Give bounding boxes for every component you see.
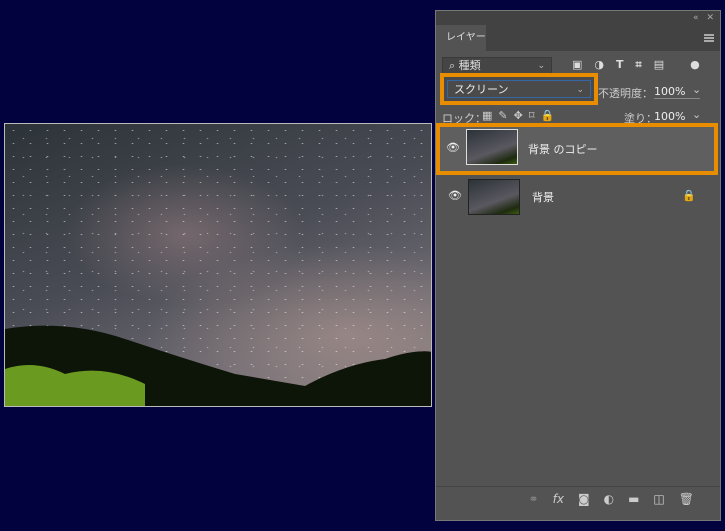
- opacity-chevron-icon[interactable]: ⌄: [692, 83, 701, 96]
- eye-icon[interactable]: 👁: [448, 189, 462, 202]
- layer-thumbnail: [466, 129, 518, 165]
- lock-icons[interactable]: ▦✎✥⌑🔒: [482, 109, 560, 122]
- shape-filter-icon[interactable]: ⌗: [636, 58, 642, 72]
- mask-icon[interactable]: ◙: [578, 492, 590, 506]
- link-icon[interactable]: ⚭: [529, 492, 539, 506]
- layers-panel: «✕ レイヤー ⌕ 種類 ⌄ ▣ ◑ T ⌗ ▤ ● スクリーン ⌄ 不透明度： 1…: [435, 10, 721, 521]
- panel-menu-icon[interactable]: [704, 34, 714, 42]
- adjustment-icon[interactable]: ◐: [604, 492, 614, 506]
- milky-way-photo: [4, 123, 432, 407]
- smartobject-filter-icon[interactable]: ▤: [654, 58, 664, 72]
- trash-icon[interactable]: 🗑: [679, 492, 694, 506]
- layer-row-selected[interactable]: 👁 背景 のコピー: [436, 123, 718, 175]
- adjustment-filter-icon[interactable]: ◑: [594, 58, 604, 72]
- filter-toggle-icon[interactable]: ●: [690, 58, 700, 72]
- eye-icon[interactable]: 👁: [446, 141, 460, 154]
- folder-icon[interactable]: ▬: [628, 492, 639, 506]
- opacity-label: 不透明度：: [598, 87, 653, 100]
- layer-name: 背景 のコピー: [528, 143, 598, 156]
- chevron-down-icon: ⌄: [537, 61, 545, 71]
- fill-input[interactable]: 100%: [654, 110, 685, 123]
- layer-thumbnail: [468, 179, 520, 215]
- hills: [5, 325, 431, 406]
- lock-icon: 🔒: [682, 189, 696, 202]
- panel-toolbar: ⚭ fx ◙ ◐ ▬ ◫ 🗑: [436, 486, 720, 510]
- chevron-down-icon: ⌄: [576, 85, 584, 95]
- layer-row[interactable]: 👁 背景 🔒: [440, 175, 708, 217]
- close-icon[interactable]: ✕: [706, 11, 714, 25]
- collapse-icon[interactable]: «: [693, 11, 699, 25]
- blend-mode-dropdown[interactable]: スクリーン ⌄: [440, 73, 598, 105]
- fx-icon[interactable]: fx: [553, 492, 564, 506]
- tab-layers[interactable]: レイヤー: [436, 25, 486, 51]
- fill-chevron-icon[interactable]: ⌄: [692, 108, 701, 121]
- new-layer-icon[interactable]: ◫: [653, 492, 664, 506]
- search-icon: ⌕: [449, 59, 459, 72]
- type-filter-icon[interactable]: T: [616, 58, 624, 72]
- layer-name: 背景: [532, 191, 554, 204]
- image-filter-icon[interactable]: ▣: [572, 58, 582, 72]
